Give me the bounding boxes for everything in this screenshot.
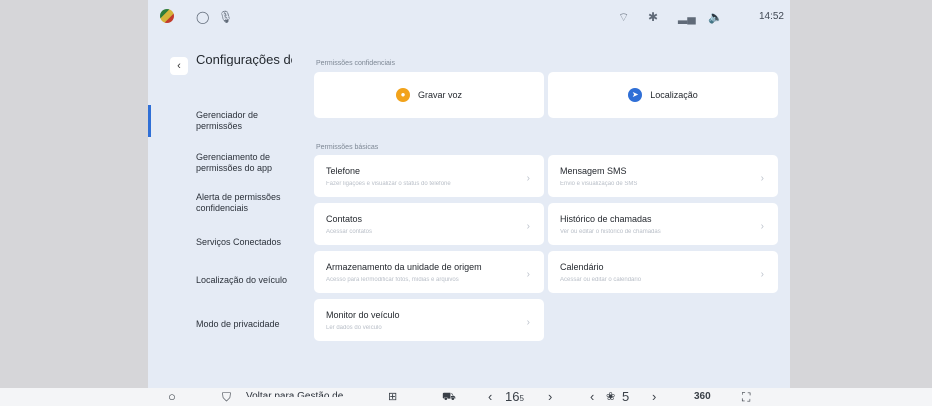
circle-icon[interactable]: ◯ bbox=[196, 10, 209, 24]
signal-icon: ▂▄ bbox=[678, 10, 696, 24]
volume-icon[interactable]: 🔈 bbox=[708, 10, 723, 24]
bottom-dock: ○ ⛉ ⊞ ⛟ ‹ 165 › ‹ ❀ 5 › 360 ⛶ bbox=[0, 388, 932, 406]
fan-down-button[interactable]: ‹ bbox=[590, 388, 594, 406]
card-title: Mensagem SMS bbox=[560, 166, 627, 176]
apps-grid-icon[interactable]: ⊞ bbox=[388, 388, 397, 406]
card-title: Monitor do veículo bbox=[326, 310, 400, 320]
card-subtitle: Acesso para ler/modificar fotos, mídias … bbox=[326, 277, 459, 283]
temp-down-button[interactable]: ‹ bbox=[488, 388, 492, 406]
camera-360-button[interactable]: 360 bbox=[694, 388, 711, 406]
fan-up-button[interactable]: › bbox=[652, 388, 656, 406]
card-subtitle: Ver ou editar o histórico de chamadas bbox=[560, 229, 661, 235]
temp-up-button[interactable]: › bbox=[548, 388, 552, 406]
chevron-right-icon: › bbox=[760, 269, 764, 280]
chevron-right-icon: › bbox=[526, 173, 530, 184]
location-label: Localização bbox=[650, 90, 698, 100]
card-title: Telefone bbox=[326, 166, 361, 176]
confidential-section-label: Permissões confidenciais bbox=[316, 60, 395, 67]
navigation-icon: ➤ bbox=[628, 88, 643, 102]
chevron-right-icon: › bbox=[760, 221, 764, 232]
app-screen: ◯ 🎙 ⌔ ✱ ▂▄ 🔈 14:52 ‹ Configurações de pr… bbox=[148, 0, 790, 406]
sms-permission-card[interactable]: Mensagem SMS Envio e visualização de SMS… bbox=[548, 155, 778, 197]
seat-icon[interactable]: ⛶ bbox=[742, 388, 750, 406]
contacts-permission-card[interactable]: Contatos Acessar contatos › bbox=[314, 203, 544, 245]
location-permission-card[interactable]: ➤ Localização bbox=[548, 72, 778, 118]
wifi-icon: ⌔ bbox=[618, 10, 630, 24]
sidebar: ‹ Configurações de privacidade e Gerenci… bbox=[148, 34, 296, 388]
temperature-whole: 16 bbox=[505, 389, 520, 404]
flag-icon bbox=[160, 9, 174, 23]
back-button[interactable]: ‹ bbox=[170, 57, 188, 75]
card-subtitle: Ler dados do veículo bbox=[326, 325, 382, 331]
call-history-permission-card[interactable]: Histórico de chamadas Ver ou editar o hi… bbox=[548, 203, 778, 245]
voice-permission-card[interactable]: ● Gravar voz bbox=[314, 72, 544, 118]
sidebar-item-privacy-mode[interactable]: Modo de privacidade bbox=[196, 319, 292, 330]
temperature-decimal: 5 bbox=[519, 394, 524, 403]
sidebar-item-app-permissions[interactable]: Gerenciamento de permissões do app bbox=[196, 152, 292, 174]
sidebar-item-vehicle-location[interactable]: Localização do veículo bbox=[196, 275, 292, 286]
mic-icon[interactable]: 🎙 bbox=[218, 10, 233, 24]
page-title: Configurações de privacidade e bbox=[196, 54, 292, 66]
fan-icon: ❀ bbox=[606, 391, 616, 403]
sidebar-item-sensitive-alert[interactable]: Alerta de permissões confidenciais bbox=[196, 192, 292, 214]
clock: 14:52 bbox=[758, 11, 784, 22]
mic-icon: ● bbox=[395, 88, 410, 102]
sidebar-item-permission-manager[interactable]: Gerenciador de permissões bbox=[148, 105, 292, 137]
phone-permission-card[interactable]: Telefone Fazer ligações e visualizar o s… bbox=[314, 155, 544, 197]
calendar-permission-card[interactable]: Calendário Acessar ou editar o calendári… bbox=[548, 251, 778, 293]
card-title: Armazenamento da unidade de origem bbox=[326, 262, 482, 272]
card-title: Calendário bbox=[560, 262, 604, 272]
card-subtitle: Envio e visualização de SMS bbox=[560, 181, 638, 187]
chevron-right-icon: › bbox=[526, 269, 530, 280]
shield-icon[interactable]: ⛉ bbox=[222, 388, 231, 406]
chevron-right-icon: › bbox=[526, 221, 530, 232]
card-subtitle: Acessar ou editar o calendário bbox=[560, 277, 642, 283]
card-title: Contatos bbox=[326, 214, 363, 224]
card-subtitle: Acessar contatos bbox=[326, 229, 373, 235]
status-bar: ◯ 🎙 ⌔ ✱ ▂▄ 🔈 14:52 bbox=[148, 0, 790, 34]
temperature-value: 165 bbox=[505, 388, 524, 406]
vehicle-monitor-permission-card[interactable]: Monitor do veículo Ler dados do veículo … bbox=[314, 299, 544, 341]
card-subtitle: Fazer ligações e visualizar o status do … bbox=[326, 181, 451, 187]
card-title: Histórico de chamadas bbox=[560, 214, 652, 224]
car-icon[interactable]: ⛟ bbox=[442, 388, 456, 406]
chevron-right-icon: › bbox=[760, 173, 764, 184]
safety-link[interactable]: Voltar para Gestão de Segurança bbox=[246, 391, 356, 397]
storage-permission-card[interactable]: Armazenamento da unidade de origem Acess… bbox=[314, 251, 544, 293]
home-icon[interactable]: ○ bbox=[168, 388, 176, 406]
voice-label: Gravar voz bbox=[417, 90, 462, 100]
sidebar-item-connected-services[interactable]: Serviços Conectados bbox=[196, 237, 292, 248]
basic-section-label: Permissões básicas bbox=[316, 144, 379, 151]
chevron-right-icon: › bbox=[526, 317, 530, 328]
fan-speed: 5 bbox=[622, 389, 630, 404]
bluetooth-icon: ✱ bbox=[648, 10, 659, 24]
